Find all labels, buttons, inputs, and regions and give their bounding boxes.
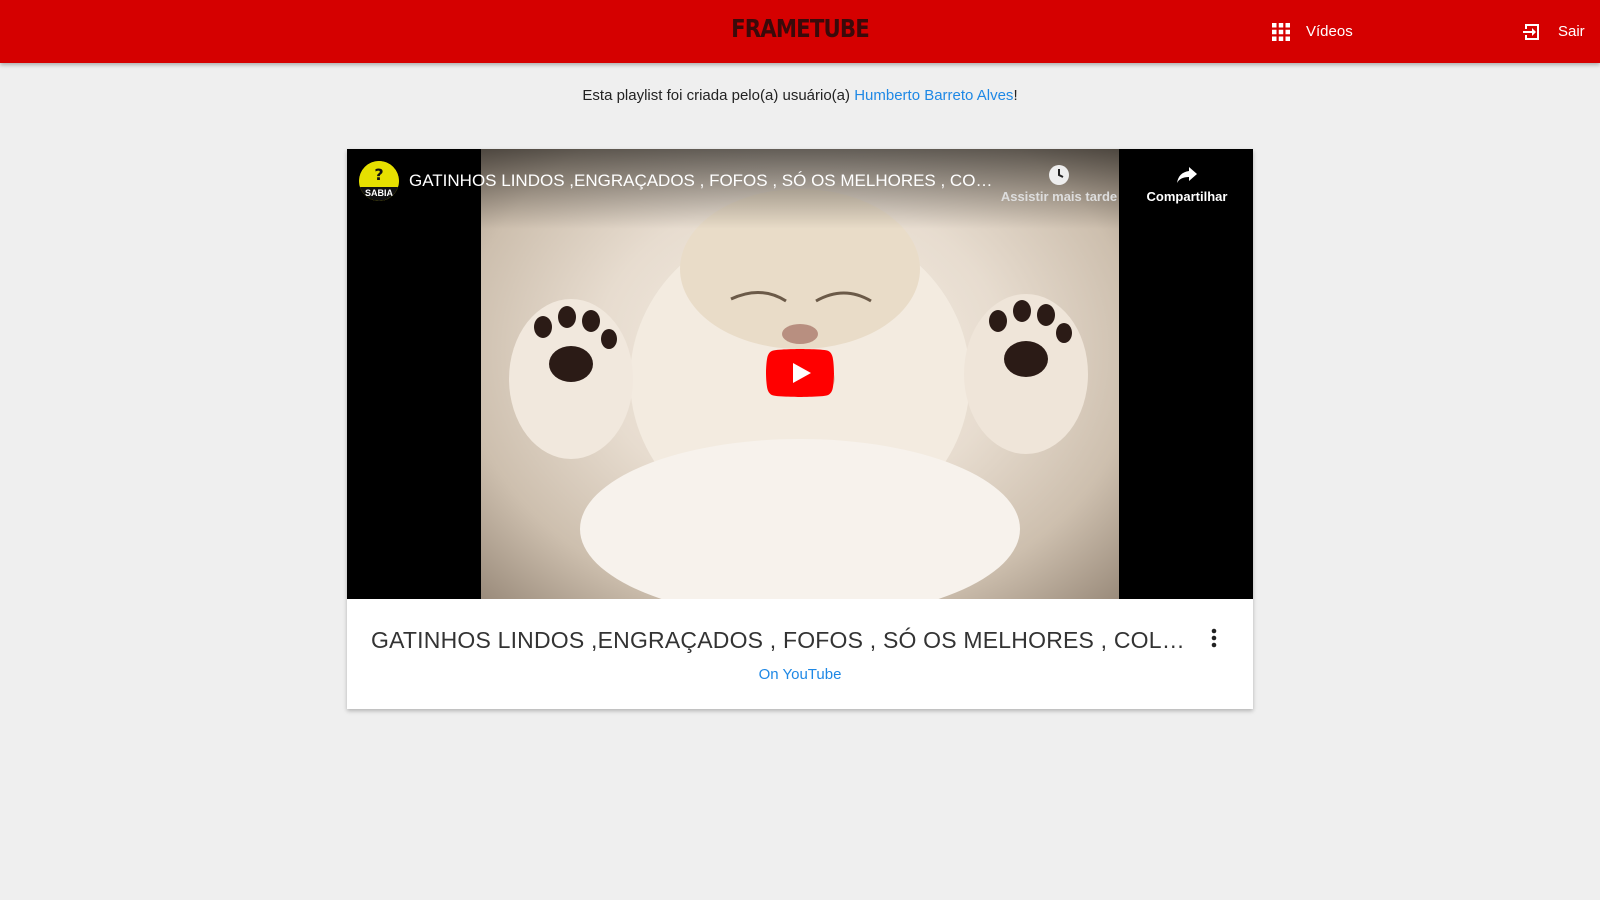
share-button[interactable]: Compartilhar — [1127, 161, 1247, 204]
video-card-body: GATINHOS LINDOS ,ENGRAÇADOS , FOFOS , SÓ… — [347, 599, 1253, 709]
nav-videos-label: Vídeos — [1306, 23, 1353, 40]
channel-avatar[interactable]: ? SABIA — [359, 161, 399, 201]
channel-avatar-text: SABIA — [364, 188, 393, 198]
creator-suffix: ! — [1013, 87, 1018, 104]
video-card-title[interactable]: GATINHOS LINDOS ,ENGRAÇADOS , FOFOS , SÓ… — [371, 627, 1191, 654]
exit-icon — [1522, 22, 1542, 42]
top-app-bar: FRAMETUBE Vídeos Sair — [0, 0, 1600, 63]
watch-later-label: Assistir mais tarde — [1000, 189, 1118, 204]
apps-grid-icon — [1272, 22, 1290, 41]
share-label: Compartilhar — [1146, 189, 1228, 204]
nav-exit-label: Sair — [1558, 23, 1585, 40]
player-video-title[interactable]: GATINHOS LINDOS ,ENGRAÇADOS , FOFOS , SÓ… — [409, 171, 999, 191]
playlist-creator-text: Esta playlist foi criada pelo(a) usuário… — [0, 87, 1600, 104]
video-card: ? SABIA GATINHOS LINDOS ,ENGRAÇADOS , FO… — [347, 149, 1253, 709]
nav-exit-button[interactable]: Sair — [1522, 0, 1585, 63]
youtube-play-icon[interactable] — [766, 349, 834, 397]
video-player[interactable]: ? SABIA GATINHOS LINDOS ,ENGRAÇADOS , FO… — [347, 149, 1253, 599]
watch-later-button[interactable]: Assistir mais tarde — [999, 161, 1119, 204]
svg-text:?: ? — [374, 165, 383, 184]
more-vert-icon[interactable] — [1209, 627, 1219, 649]
creator-prefix: Esta playlist foi criada pelo(a) usuário… — [582, 87, 855, 104]
creator-link[interactable]: Humberto Barreto Alves — [854, 87, 1013, 104]
nav-videos-button[interactable]: Vídeos — [1272, 0, 1353, 63]
clock-icon — [999, 161, 1119, 189]
share-arrow-icon — [1127, 161, 1247, 189]
on-youtube-link[interactable]: On YouTube — [347, 666, 1253, 683]
